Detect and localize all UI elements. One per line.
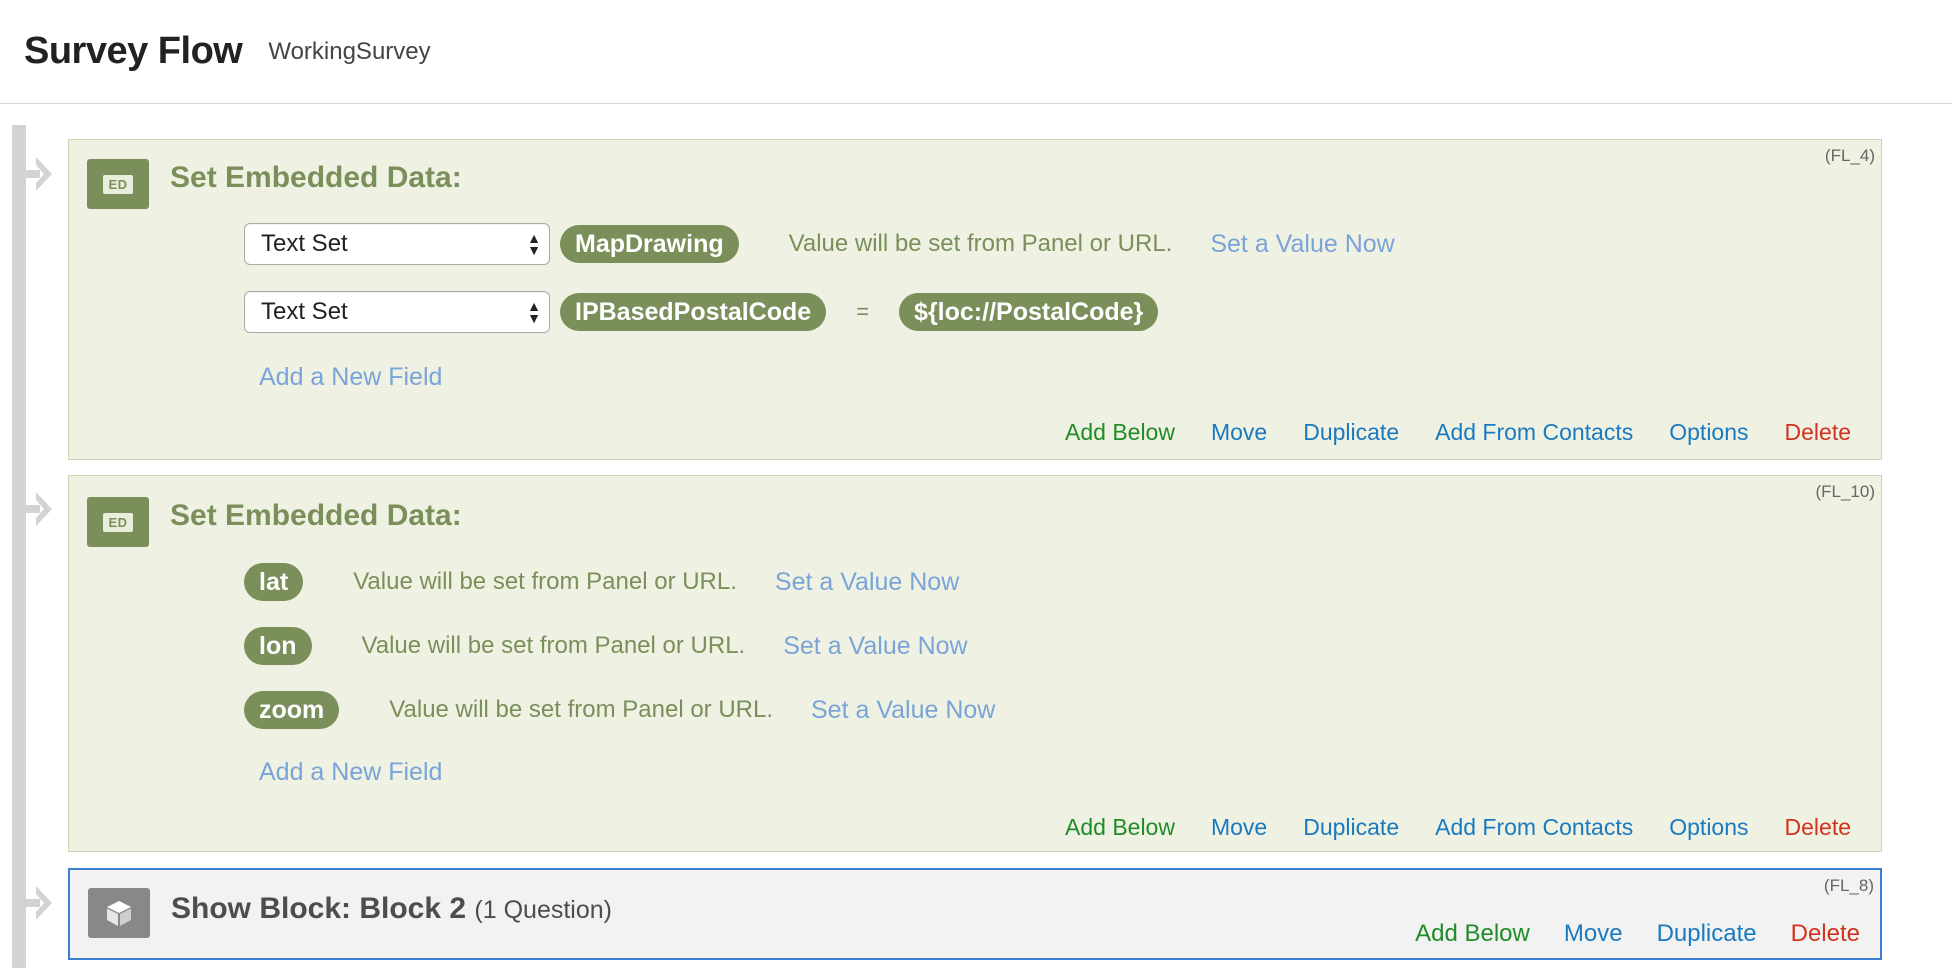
move-link[interactable]: Move xyxy=(1211,814,1267,841)
element-actions: Add Below Move Duplicate Add From Contac… xyxy=(1065,419,1851,446)
embedded-data-element[interactable]: (FL_4) ED Set Embedded Data: Text Set ▲ ▼… xyxy=(68,139,1882,460)
delete-link[interactable]: Delete xyxy=(1785,814,1851,841)
flow-element-id: (FL_10) xyxy=(1815,482,1875,501)
survey-name: WorkingSurvey xyxy=(268,37,431,65)
select-arrows-icon: ▲ ▼ xyxy=(527,298,541,326)
field-value-text: Value will be set from Panel or URL. xyxy=(788,230,1173,257)
equals-sign: = xyxy=(856,299,870,324)
set-value-now-link[interactable]: Set a Value Now xyxy=(783,632,967,661)
flow-arrow-icon xyxy=(26,157,52,191)
select-arrows-icon: ▲ ▼ xyxy=(527,230,541,258)
field-value-pill[interactable]: ${loc://PostalCode} xyxy=(899,293,1159,331)
field-name-pill[interactable]: zoom xyxy=(244,691,340,729)
field-type-select[interactable]: Text Set ▲ ▼ xyxy=(244,223,550,265)
page-header: Survey Flow WorkingSurvey xyxy=(0,0,1952,104)
field-name-pill[interactable]: MapDrawing xyxy=(560,225,739,263)
embedded-data-icon: ED xyxy=(87,159,149,209)
field-value-text: Value will be set from Panel or URL. xyxy=(361,632,746,659)
options-link[interactable]: Options xyxy=(1669,814,1748,841)
flow-element-id: (FL_4) xyxy=(1824,146,1875,165)
flow-arrow-icon xyxy=(26,886,52,920)
add-below-link[interactable]: Add Below xyxy=(1065,419,1175,446)
block-title-text: Show Block: Block 2 xyxy=(171,892,467,925)
field-type-select[interactable]: Text Set ▲ ▼ xyxy=(244,291,550,333)
embedded-field-row: lon Value will be set from Panel or URL.… xyxy=(244,624,968,668)
add-new-field-link[interactable]: Add a New Field xyxy=(259,758,442,787)
field-value-text: Value will be set from Panel or URL. xyxy=(353,568,737,595)
set-value-now-link[interactable]: Set a Value Now xyxy=(1210,230,1394,259)
show-block-element[interactable]: (FL_8) Show Block: Block 2 (1 Question) … xyxy=(68,868,1882,960)
duplicate-link[interactable]: Duplicate xyxy=(1303,419,1399,446)
page-title: Survey Flow xyxy=(24,30,243,72)
cube-icon xyxy=(107,901,131,926)
field-name-pill[interactable]: lon xyxy=(244,627,312,665)
embedded-field-row: zoom Value will be set from Panel or URL… xyxy=(244,688,995,732)
embedded-data-icon: ED xyxy=(87,497,149,547)
add-new-field-link[interactable]: Add a New Field xyxy=(259,363,442,392)
move-link[interactable]: Move xyxy=(1564,920,1623,948)
add-below-link[interactable]: Add Below xyxy=(1065,814,1175,841)
delete-link[interactable]: Delete xyxy=(1785,419,1851,446)
element-actions: Add Below Move Duplicate Add From Contac… xyxy=(1065,814,1851,841)
delete-link[interactable]: Delete xyxy=(1791,920,1860,948)
add-from-contacts-link[interactable]: Add From Contacts xyxy=(1435,814,1633,841)
flow-arrow-icon xyxy=(26,492,52,526)
add-from-contacts-link[interactable]: Add From Contacts xyxy=(1435,419,1633,446)
embedded-field-row: lat Value will be set from Panel or URL.… xyxy=(244,560,959,604)
duplicate-link[interactable]: Duplicate xyxy=(1657,920,1757,948)
field-value-text: Value will be set from Panel or URL. xyxy=(389,696,773,723)
element-title: Show Block: Block 2 (1 Question) xyxy=(171,892,612,926)
element-actions: Add Below Move Duplicate Delete xyxy=(1415,920,1860,948)
field-name-pill[interactable]: IPBasedPostalCode xyxy=(560,293,827,331)
element-title: Set Embedded Data: xyxy=(170,499,462,532)
set-value-now-link[interactable]: Set a Value Now xyxy=(775,568,959,597)
set-value-now-link[interactable]: Set a Value Now xyxy=(811,696,995,725)
embedded-data-element[interactable]: (FL_10) ED Set Embedded Data: lat Value … xyxy=(68,475,1882,852)
embedded-field-row: Text Set ▲ ▼ MapDrawing Value will be set… xyxy=(244,222,1395,266)
move-link[interactable]: Move xyxy=(1211,419,1267,446)
field-name-pill[interactable]: lat xyxy=(244,563,304,601)
duplicate-link[interactable]: Duplicate xyxy=(1303,814,1399,841)
add-below-link[interactable]: Add Below xyxy=(1415,920,1530,948)
element-title: Set Embedded Data: xyxy=(170,161,462,194)
flow-element-id: (FL_8) xyxy=(1823,876,1874,895)
question-count: (1 Question) xyxy=(474,896,612,924)
embedded-field-row: Text Set ▲ ▼ IPBasedPostalCode = ${loc://… xyxy=(244,290,1159,334)
flow-connector-line xyxy=(12,125,26,968)
options-link[interactable]: Options xyxy=(1669,419,1748,446)
cube-icon xyxy=(88,888,150,938)
